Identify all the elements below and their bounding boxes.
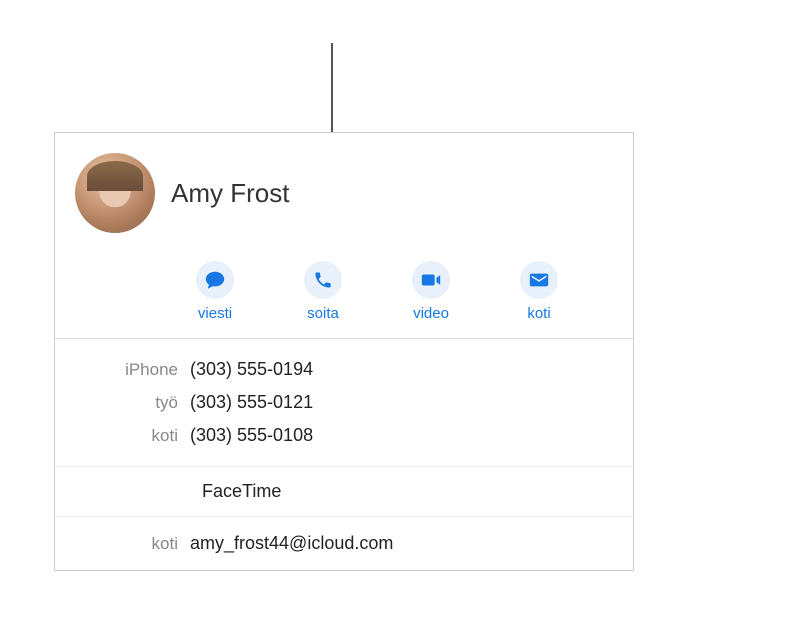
email-value: amy_frost44@icloud.com [190, 533, 393, 554]
avatar [75, 153, 155, 233]
message-button[interactable]: viesti [185, 261, 245, 322]
phone-row[interactable]: työ (303) 555-0121 [55, 386, 633, 419]
phone-label: työ [75, 393, 190, 413]
phone-value: (303) 555-0108 [190, 425, 313, 446]
facetime-section: FaceTime [55, 466, 633, 516]
video-label: video [413, 305, 449, 322]
contact-card: Amy Frost viesti soita video koti [54, 132, 634, 571]
phone-label: koti [75, 426, 190, 446]
mail-button[interactable]: koti [509, 261, 569, 322]
phone-value: (303) 555-0121 [190, 392, 313, 413]
phone-icon [304, 261, 342, 299]
contact-header: Amy Frost [55, 133, 633, 243]
video-button[interactable]: video [401, 261, 461, 322]
message-label: viesti [198, 305, 232, 322]
message-icon [196, 261, 234, 299]
phone-row[interactable]: iPhone (303) 555-0194 [55, 353, 633, 386]
call-label: soita [307, 305, 339, 322]
action-row: viesti soita video koti [55, 243, 633, 338]
email-section: koti amy_frost44@icloud.com [55, 516, 633, 570]
phone-row[interactable]: koti (303) 555-0108 [55, 419, 633, 452]
video-icon [412, 261, 450, 299]
phone-label: iPhone [75, 360, 190, 380]
call-button[interactable]: soita [293, 261, 353, 322]
facetime-title[interactable]: FaceTime [55, 477, 633, 506]
phone-value: (303) 555-0194 [190, 359, 313, 380]
email-label: koti [75, 534, 190, 554]
contact-name: Amy Frost [171, 178, 289, 209]
email-row[interactable]: koti amy_frost44@icloud.com [55, 527, 633, 560]
phone-section: iPhone (303) 555-0194 työ (303) 555-0121… [55, 339, 633, 466]
mail-label: koti [527, 305, 550, 322]
mail-icon [520, 261, 558, 299]
